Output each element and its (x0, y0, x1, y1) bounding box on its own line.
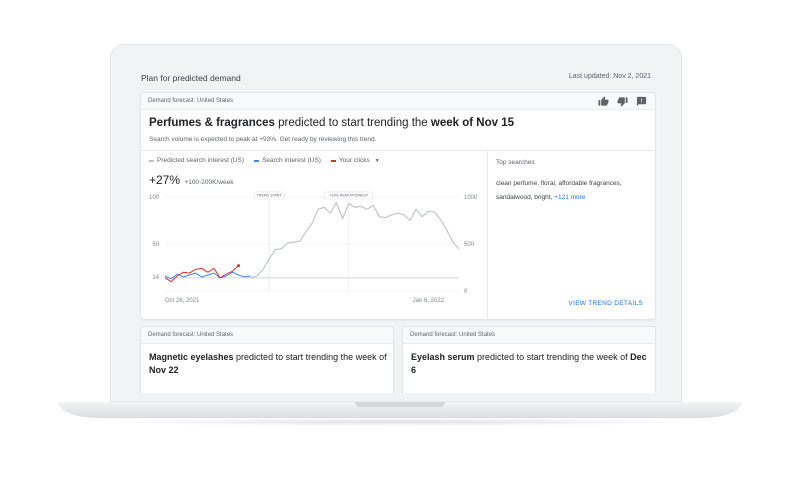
thumb-up-icon[interactable] (598, 96, 609, 107)
clicks-endpoint (237, 264, 240, 268)
right-tick-label: 0 (464, 289, 468, 295)
legend-predicted[interactable]: Predicted search interest (US) (149, 157, 244, 164)
forecast-headline: Eyelash serum predicted to start trendin… (411, 351, 651, 377)
forecast-card-eyelash-serum[interactable]: Demand forecast: United States Eyelash s… (403, 327, 655, 393)
headline-middle: predicted to start trending the week of (233, 352, 387, 362)
card-header: Demand forecast: United States (141, 93, 655, 110)
metric-range: +100-200K/week (184, 179, 234, 186)
legend-search-interest[interactable]: Search interest (US) (254, 157, 321, 164)
thumb-down-icon[interactable] (617, 96, 628, 107)
chart-legend: Predicted search interest (US) Search in… (149, 157, 380, 164)
headline-subject: Magnetic eyelashes (149, 352, 234, 362)
legend-label: Search interest (US) (262, 157, 321, 164)
divider (487, 150, 488, 319)
right-tick-label: 1000 (464, 195, 478, 201)
legend-your-clicks[interactable]: Your clicks ▼ (330, 157, 380, 164)
feedback-icons (598, 96, 647, 107)
last-updated: Last updated: Nov 2, 2021 (568, 73, 651, 80)
legend-swatch (330, 159, 336, 162)
headline-when: week of Nov 15 (430, 117, 514, 129)
top-bar: Plan for predicted demand Last updated: … (141, 73, 651, 87)
right-tick-label: 500 (464, 242, 475, 248)
forecast-subline: Search volume is expected to peak at +93… (149, 136, 377, 143)
more-searches-link[interactable]: +121 more (554, 194, 585, 201)
left-tick-label: 100 (149, 195, 160, 201)
chevron-down-icon[interactable]: ▼ (375, 158, 380, 164)
legend-swatch (149, 159, 154, 162)
metric-change: +27% (149, 173, 181, 187)
forecast-card-perfumes: Demand forecast: United States Perfumes … (141, 93, 655, 319)
card-header: Demand forecast: United States (403, 327, 655, 344)
interest-change-metric: +27% +100-200K/week (149, 171, 233, 189)
forecast-headline: Magnetic eyelashes predicted to start tr… (149, 351, 389, 377)
laptop-shadow (90, 418, 710, 426)
trend-start-tag: TREND START (257, 194, 283, 198)
predicted-interest-line (250, 202, 460, 279)
laptop-hinge-notch (355, 402, 445, 407)
your-clicks-line (164, 265, 239, 283)
left-tick-label: 14 (152, 275, 159, 281)
x-tick-label: Oct 26, 2021 (165, 298, 200, 304)
card-label: Demand forecast: United States (148, 332, 234, 338)
headline-subject: Perfumes & fragrances (149, 117, 275, 129)
card-header: Demand forecast: United States (141, 327, 393, 344)
page-title: Plan for predicted demand (141, 73, 241, 83)
legend-swatch (254, 159, 260, 162)
card-label: Demand forecast: United States (148, 98, 234, 104)
legend-label: Your clicks (338, 157, 370, 164)
legend-label: Predicted search interest (US) (157, 157, 245, 164)
view-trend-details-button[interactable]: VIEW TREND DETAILS (568, 300, 643, 307)
headline-middle: predicted to start trending the (274, 117, 431, 129)
peak-interest-tag: +93% PEAK INTEREST (329, 194, 368, 198)
card-label: Demand forecast: United States (410, 332, 496, 338)
laptop-screen: Plan for predicted demand Last updated: … (131, 63, 661, 393)
top-searches-title: Top searches (496, 159, 535, 166)
comment-icon[interactable] (636, 96, 647, 107)
forecast-headline: Perfumes & fragrances predicted to start… (149, 117, 514, 129)
plot-area: TREND START +93% PEAK INTEREST (164, 191, 460, 292)
top-searches-list: clean perfume, floral, affordable fragra… (496, 177, 646, 205)
forecast-card-magnetic-eyelashes[interactable]: Demand forecast: United States Magnetic … (141, 327, 393, 393)
x-tick-label: Jan 6, 2022 (413, 298, 445, 304)
headline-subject: Eyelash serum (411, 352, 475, 362)
left-tick-label: 50 (152, 242, 159, 248)
headline-middle: predicted to start trending the week of (474, 352, 631, 362)
headline-when: Nov 22 (149, 365, 179, 375)
